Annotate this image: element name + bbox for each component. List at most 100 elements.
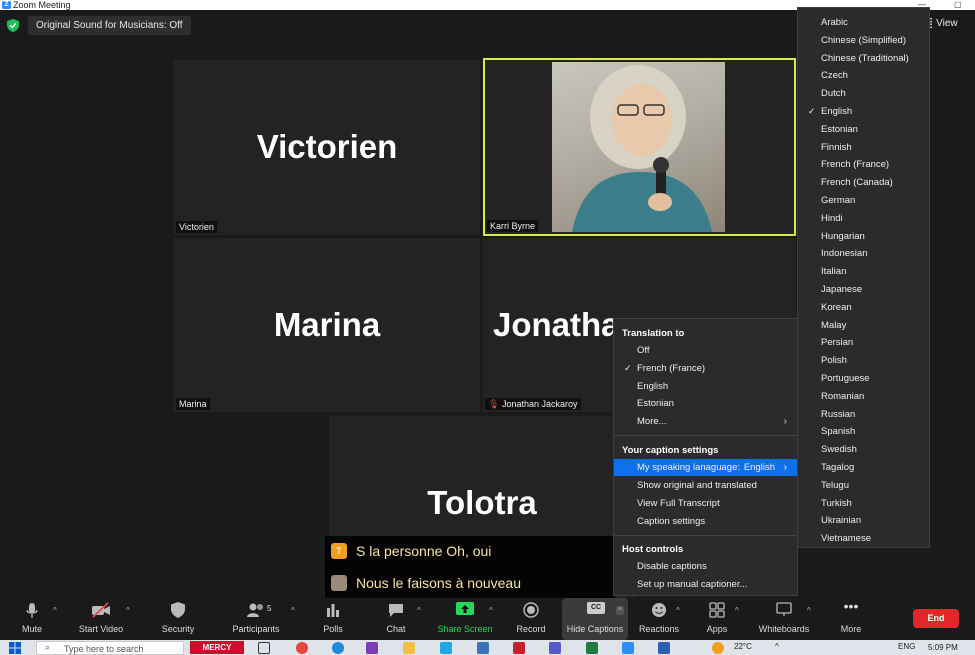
- language-option[interactable]: Telugu: [798, 477, 929, 494]
- apps-button[interactable]: Apps: [700, 598, 734, 640]
- translation-option-french-france[interactable]: ✓ French (France): [614, 360, 797, 377]
- language-option[interactable]: German: [798, 192, 929, 209]
- language-option[interactable]: Indonesian: [798, 245, 929, 262]
- restore-button[interactable]: ▢: [954, 0, 962, 10]
- more-button[interactable]: ••• More: [836, 598, 866, 640]
- end-meeting-button[interactable]: End: [913, 609, 959, 628]
- record-button[interactable]: Record: [513, 598, 549, 640]
- language-option[interactable]: Swedish: [798, 441, 929, 458]
- language-option[interactable]: Malay: [798, 317, 929, 334]
- language-option[interactable]: Chinese (Traditional): [798, 50, 929, 67]
- language-option[interactable]: Chinese (Simplified): [798, 32, 929, 49]
- view-full-transcript-option[interactable]: View Full Transcript: [614, 495, 797, 512]
- show-original-translated-option[interactable]: Show original and translated: [614, 477, 797, 494]
- chat-options-caret[interactable]: ^: [417, 606, 421, 615]
- language-option[interactable]: Persian: [798, 334, 929, 351]
- video-tile-victorien[interactable]: Victorien Victorien: [174, 60, 480, 235]
- hide-captions-button[interactable]: CC Hide Captions: [562, 598, 628, 640]
- clock[interactable]: 5:09 PM: [928, 643, 958, 652]
- caption-text: Nous le faisons à nouveau: [356, 575, 521, 591]
- whiteboards-options-caret[interactable]: ^: [807, 606, 811, 615]
- translation-option-estonian[interactable]: Estonian: [614, 395, 797, 412]
- onenote-icon[interactable]: [366, 642, 378, 654]
- polls-button[interactable]: Polls: [316, 598, 350, 640]
- speaking-language-option[interactable]: My speaking lanaguage: English ›: [614, 459, 797, 476]
- disable-captions-option[interactable]: Disable captions: [614, 558, 797, 575]
- language-option[interactable]: Hindi: [798, 210, 929, 227]
- share-screen-button[interactable]: Share Screen: [437, 598, 493, 640]
- zoom-logo-icon: Z: [2, 1, 11, 9]
- share-options-caret[interactable]: ^: [489, 606, 493, 615]
- apps-options-caret[interactable]: ^: [735, 606, 739, 615]
- participants-options-caret[interactable]: ^: [291, 606, 295, 615]
- language-option[interactable]: Dutch: [798, 85, 929, 102]
- input-language[interactable]: ENG: [898, 642, 915, 651]
- file-explorer-icon[interactable]: [403, 642, 415, 654]
- mercy-taskbar-app[interactable]: MERCY: [190, 641, 244, 654]
- manual-captioner-option[interactable]: Set up manual captioner...: [614, 576, 797, 593]
- language-option[interactable]: Hungarian: [798, 228, 929, 245]
- whiteboards-button[interactable]: Whiteboards: [756, 598, 812, 640]
- video-tile-karri-byrne[interactable]: Karri Byrne: [483, 58, 796, 236]
- translation-option-more[interactable]: More... ›: [614, 413, 797, 430]
- chat-button[interactable]: Chat: [380, 598, 412, 640]
- edge-icon[interactable]: [332, 642, 344, 654]
- translation-option-off[interactable]: Off: [614, 342, 797, 359]
- language-option[interactable]: Ukrainian: [798, 512, 929, 529]
- mute-options-caret[interactable]: ^: [53, 606, 57, 615]
- excel-icon[interactable]: [586, 642, 598, 654]
- speaker-portrait-image: [572, 65, 712, 232]
- view-button[interactable]: ⣿ View: [926, 18, 958, 29]
- taskbar-search-input[interactable]: ⌕ Type here to search: [36, 641, 184, 655]
- language-option[interactable]: Polish: [798, 352, 929, 369]
- language-option[interactable]: Russian: [798, 406, 929, 423]
- windows-start-icon[interactable]: [9, 642, 21, 654]
- language-label: Telugu: [821, 479, 849, 491]
- video-tile-marina[interactable]: Marina Marina: [174, 238, 480, 412]
- original-sound-toggle[interactable]: Original Sound for Musicians: Off: [28, 16, 191, 35]
- start-video-button[interactable]: Start Video: [74, 598, 128, 640]
- language-option[interactable]: Spanish: [798, 423, 929, 440]
- reactions-button[interactable]: Reactions: [638, 598, 680, 640]
- weather-icon[interactable]: [712, 642, 724, 654]
- participants-button[interactable]: 5 Participants: [229, 598, 283, 640]
- participant-video: [552, 62, 725, 232]
- live-captions-panel: T S la personne Oh, oui Nous le faisons …: [325, 536, 615, 598]
- language-option[interactable]: Italian: [798, 263, 929, 280]
- language-option[interactable]: Arabic: [798, 14, 929, 31]
- translation-option-english[interactable]: English: [614, 378, 797, 395]
- language-option[interactable]: Vietnamese: [798, 530, 929, 547]
- security-app-icon[interactable]: [513, 642, 525, 654]
- language-option[interactable]: Portuguese: [798, 370, 929, 387]
- language-option[interactable]: Korean: [798, 299, 929, 316]
- language-option[interactable]: French (Canada): [798, 174, 929, 191]
- task-view-icon[interactable]: [258, 642, 270, 654]
- security-button[interactable]: Security: [157, 598, 199, 640]
- chrome-icon[interactable]: [296, 642, 308, 654]
- caption-settings-option[interactable]: Caption settings: [614, 513, 797, 530]
- encryption-shield-icon[interactable]: [7, 19, 19, 32]
- mute-button[interactable]: Mute: [12, 598, 52, 640]
- captions-options-caret[interactable]: ^: [616, 606, 624, 615]
- language-option[interactable]: French (France): [798, 156, 929, 173]
- whiteboard-icon: [776, 602, 792, 616]
- participant-name-large: Marina: [273, 306, 381, 343]
- meeting-toolbar: Mute ^ Start Video ^ Security 5 Particip…: [0, 598, 975, 640]
- word-icon[interactable]: [658, 642, 670, 654]
- language-option[interactable]: Czech: [798, 67, 929, 84]
- language-option[interactable]: Tagalog: [798, 459, 929, 476]
- language-option[interactable]: Finnish: [798, 139, 929, 156]
- skype-icon[interactable]: [440, 642, 452, 654]
- zoom-taskbar-icon[interactable]: [622, 642, 634, 654]
- reactions-options-caret[interactable]: ^: [676, 606, 680, 615]
- language-label: Korean: [821, 301, 852, 313]
- language-option[interactable]: Estonian: [798, 121, 929, 138]
- calculator-icon[interactable]: [477, 642, 489, 654]
- teams-icon[interactable]: [549, 642, 561, 654]
- language-option[interactable]: Turkish: [798, 495, 929, 512]
- language-option[interactable]: ✓ English: [798, 103, 929, 120]
- tray-overflow-icon[interactable]: ^: [775, 642, 779, 651]
- language-option[interactable]: Romanian: [798, 388, 929, 405]
- language-option[interactable]: Japanese: [798, 281, 929, 298]
- video-options-caret[interactable]: ^: [126, 606, 130, 615]
